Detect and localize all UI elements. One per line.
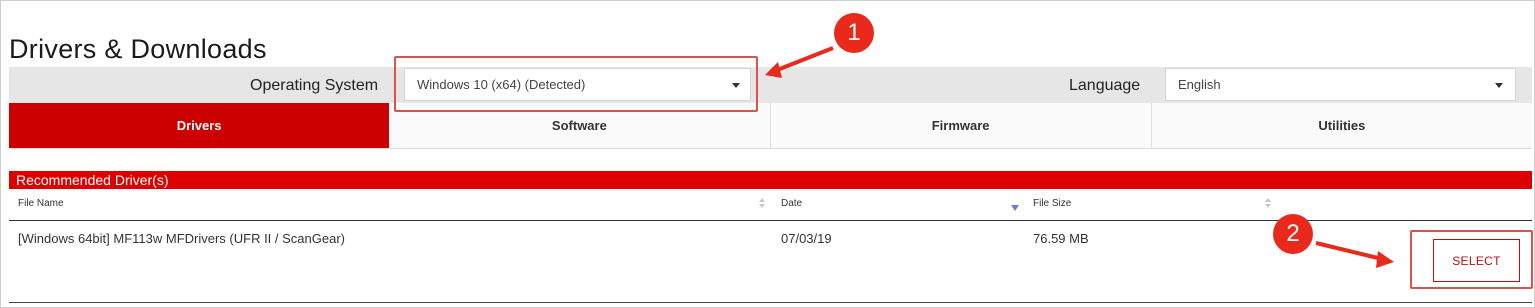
driver-file-name: [Windows 64bit] MF113w MFDrivers (UFR II… (18, 231, 345, 246)
driver-date: 07/03/19 (781, 231, 832, 246)
step-1-badge: 1 (834, 13, 874, 53)
language-dropdown[interactable]: English (1165, 68, 1516, 101)
language-label: Language (1069, 77, 1141, 94)
language-dropdown-value: English (1178, 77, 1221, 92)
page-title: Drivers & Downloads (9, 34, 267, 65)
os-label: Operating System (250, 77, 379, 94)
recommended-drivers-header: Recommended Driver(s) (9, 171, 1532, 189)
table-bottom-divider (9, 302, 1532, 303)
column-header-date[interactable]: Date (781, 198, 802, 209)
recommended-drivers-title: Recommended Driver(s) (16, 172, 169, 188)
select-button-highlight (1410, 230, 1533, 289)
driver-file-size: 76.59 MB (1033, 231, 1089, 246)
column-header-file-size[interactable]: File Size (1033, 198, 1071, 209)
category-tabs: Drivers Software Firmware Utilities (9, 103, 1532, 149)
tab-firmware[interactable]: Firmware (770, 103, 1152, 148)
sort-descending-icon[interactable] (1011, 205, 1019, 211)
os-dropdown-highlight (394, 56, 758, 112)
column-header-file-name[interactable]: File Name (18, 198, 64, 209)
tab-drivers[interactable]: Drivers (9, 103, 390, 148)
tab-utilities[interactable]: Utilities (1151, 103, 1532, 148)
chevron-down-icon (1495, 83, 1503, 88)
step-2-badge: 2 (1273, 214, 1313, 254)
